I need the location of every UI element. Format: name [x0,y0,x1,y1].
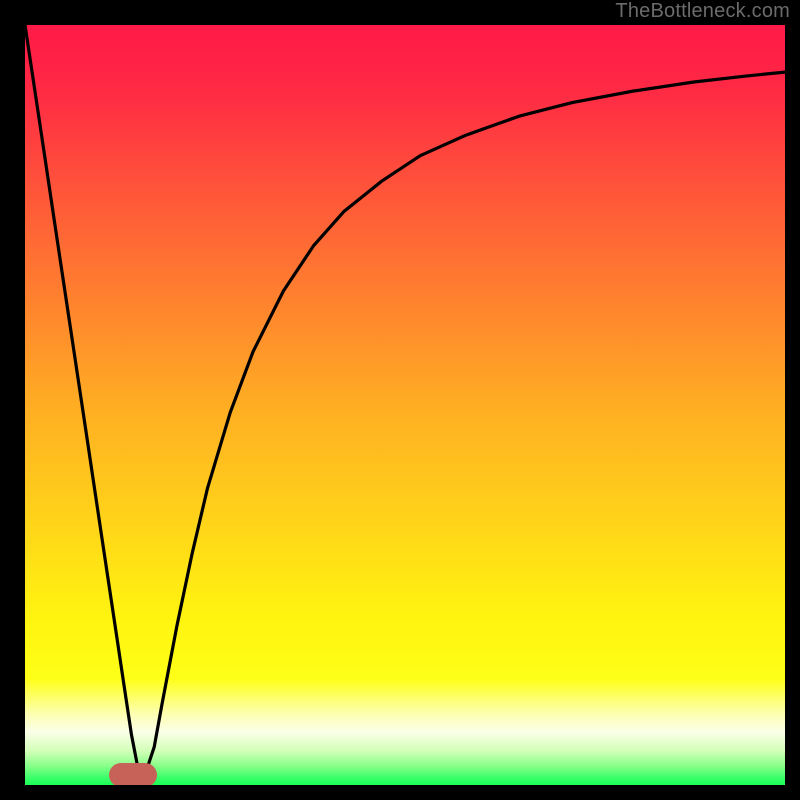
watermark-text: TheBottleneck.com [615,0,790,23]
chart-frame: TheBottleneck.com [0,0,800,800]
plot-area [25,25,785,785]
minimum-marker [109,763,157,785]
curve-layer [25,25,785,785]
curve-line [25,25,785,774]
